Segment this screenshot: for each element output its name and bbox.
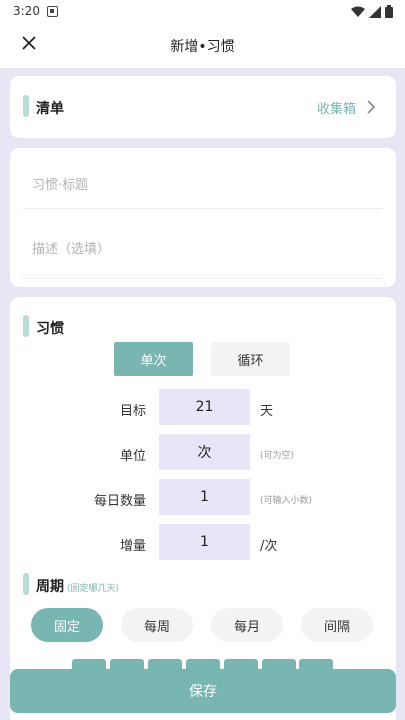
section-accent-bar [23,95,29,117]
unit-hint: (可为空) [260,451,295,461]
app-bar: 新增•习惯 [0,24,405,68]
increment-unit: /次 [260,539,278,554]
section-accent-bar [23,315,29,337]
habit-card: 习惯 单次 循环 目标 天 单位 (可为空) 每日数量 (可输入小数) 增量 /… [10,297,396,720]
list-value: 收集箱 [316,102,356,117]
status-time: 3:20 [13,4,40,18]
mode-cycle-button[interactable]: 循环 [211,342,290,376]
save-button[interactable]: 保存 [10,669,396,713]
title-desc-card [10,148,396,287]
divider [22,278,382,279]
wifi-icon [351,6,365,17]
unit-label: 单位 [119,449,146,464]
habit-title-input[interactable] [32,174,392,196]
habit-section-label: 习惯 [36,321,64,337]
period-hint: (固定哪几天) [67,584,120,594]
section-accent-bar [23,573,29,595]
period-interval-button[interactable]: 间隔 [301,608,373,642]
description-input[interactable] [32,238,392,260]
chevron-right-icon [367,100,376,114]
status-icons [351,5,393,18]
daily-amount-hint: (可输入小数) [260,496,313,506]
battery-icon [385,5,393,18]
period-monthly-button[interactable]: 每月 [211,608,283,642]
mode-single-button[interactable]: 单次 [114,342,193,376]
page-title: 新增•习惯 [170,39,235,55]
list-selector[interactable]: 清单 收集箱 [10,76,396,138]
target-input[interactable] [159,389,250,425]
status-bar: 3:20 [0,0,405,24]
daily-amount-input[interactable] [159,479,250,515]
form-content: 清单 收集箱 习惯 单次 循环 目标 天 单位 (可为空) 每日数量 (可输入小… [0,68,405,720]
daily-amount-label: 每日数量 [93,494,146,509]
notification-icon [47,6,58,17]
signal-icon [369,5,381,18]
list-label: 清单 [36,101,64,117]
increment-label: 增量 [119,539,146,554]
unit-input[interactable] [159,434,250,470]
divider [22,208,382,209]
increment-input[interactable] [159,524,250,560]
period-fixed-button[interactable]: 固定 [31,608,103,642]
period-section-label: 周期 [36,579,64,595]
period-weekly-button[interactable]: 每周 [121,608,193,642]
target-label: 目标 [119,404,146,419]
target-unit: 天 [260,404,274,419]
